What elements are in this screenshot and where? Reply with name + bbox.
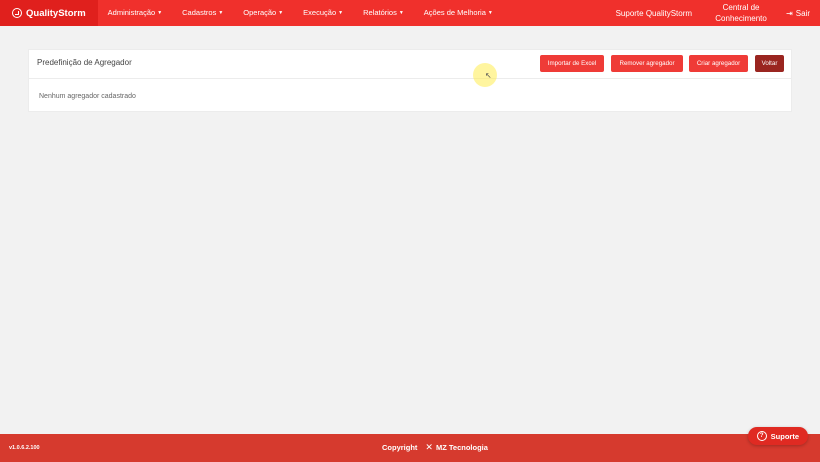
import-excel-button[interactable]: Importar de Excel [540,55,604,72]
support-qualitystorm-link[interactable]: Suporte QualityStorm [602,9,706,18]
main-menu: Administração ▼ Cadastros ▼ Operação ▼ Exec… [98,0,503,26]
empty-state-message: Nenhum agregador cadastrado [39,93,136,100]
mouse-cursor-icon: ↖ [485,71,492,80]
caret-down-icon: ▼ [487,10,493,17]
copyright: Copyright ✕ MZ Tecnologia [382,442,488,452]
menu-operacao[interactable]: Operação ▼ [233,0,293,26]
logout-link[interactable]: ⇥ Sair [776,9,820,18]
page-title: Predefinição de Agregador [37,58,132,67]
logout-icon: ⇥ [786,8,793,18]
menu-cadastros[interactable]: Cadastros ▼ [172,0,233,26]
footer: v1.0.6.2.100 Copyright ✕ MZ Tecnologia [0,434,820,462]
brand-name: QualityStorm [26,7,86,19]
help-icon: ? [756,431,767,441]
menu-administracao[interactable]: Administração ▼ [98,0,172,26]
caret-down-icon: ▼ [218,10,224,17]
brand-logo[interactable]: QualityStorm [0,0,98,26]
caret-down-icon: ▼ [278,10,284,17]
version-label: v1.0.6.2.100 [9,445,40,451]
caret-down-icon: ▼ [338,10,344,17]
caret-down-icon: ▼ [157,10,163,17]
menu-execucao[interactable]: Execução ▼ [293,0,353,26]
create-aggregator-button[interactable]: Criar agregador [689,55,748,72]
navbar-right: Suporte QualityStorm Central de Conhecim… [602,0,820,26]
back-button[interactable]: Voltar [755,55,784,72]
caret-down-icon: ▼ [398,10,404,17]
top-navbar: QualityStorm Administração ▼ Cadastros ▼ O… [0,0,820,26]
support-button[interactable]: ? Suporte [747,427,808,445]
panel-body: Nenhum agregador cadastrado [29,79,791,113]
aggregator-panel: Predefinição de Agregador Importar de Ex… [28,49,792,112]
mz-logo-icon: ✕ [425,442,433,452]
company-name: MZ Tecnologia [435,443,488,452]
menu-acoes-de-melhoria[interactable]: Ações de Melhoria ▼ [414,0,503,26]
knowledge-center-link[interactable]: Central de Conhecimento [706,2,776,24]
qualitystorm-logo-icon [12,8,22,18]
remove-aggregator-button[interactable]: Remover agregador [611,55,683,72]
menu-relatorios[interactable]: Relatórios ▼ [353,0,414,26]
panel-header: Predefinição de Agregador Importar de Ex… [29,50,791,79]
